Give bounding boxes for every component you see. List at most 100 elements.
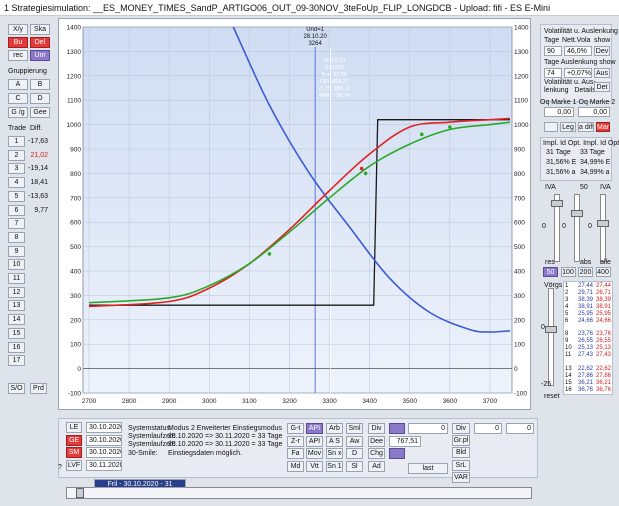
chart-area[interactable]: 1400 1400 1300 1300 1200 1200 1100 1100 1000 1000… xyxy=(58,18,531,410)
grid-button-mov[interactable]: Mov xyxy=(306,448,323,459)
trade-button-16[interactable]: 16 xyxy=(8,341,25,353)
xy-button[interactable]: X/y xyxy=(8,24,28,35)
grid-button-fa[interactable]: Fa xyxy=(287,448,304,459)
iva-slider-thumb[interactable] xyxy=(551,200,563,207)
trade-button-4[interactable]: 4 xyxy=(8,177,25,189)
grid-button-vtt[interactable]: Vtt xyxy=(306,460,323,472)
delete-button[interactable]: Del xyxy=(30,37,50,48)
date-field[interactable]: 30.10.2020 xyxy=(86,447,122,458)
group-d-button[interactable]: D xyxy=(30,93,50,104)
grid-button-sl[interactable]: Sl xyxy=(346,460,363,472)
grid-button-md[interactable]: Md xyxy=(287,460,304,472)
group-g-button[interactable]: G /g xyxy=(8,107,28,118)
a-diff-button[interactable]: a diff xyxy=(578,122,594,132)
date-field[interactable]: 30.10.2020 xyxy=(86,422,122,433)
grid-button-arb[interactable]: Arb xyxy=(326,423,343,434)
trade-button-8[interactable]: 8 xyxy=(8,231,25,243)
date-field[interactable]: 30.10.2020 xyxy=(86,434,122,446)
trade-button-2[interactable]: 2 xyxy=(8,149,25,161)
record-button[interactable]: rec xyxy=(8,50,28,61)
buy-button[interactable]: Bu xyxy=(8,37,28,48)
range-button-100[interactable]: 100 xyxy=(560,267,576,277)
range-button-50[interactable]: 50 xyxy=(543,267,558,277)
right-col-button-srl[interactable]: SrL xyxy=(452,459,470,471)
leg-button[interactable]: Leg xyxy=(560,122,576,132)
vol-tage-field[interactable]: 90 xyxy=(544,46,562,56)
date-button-sm[interactable]: SM xyxy=(66,447,82,458)
grid-button-api[interactable]: API xyxy=(306,423,323,434)
iva-slider-thumb[interactable] xyxy=(571,210,583,217)
date-field[interactable]: 30.11.2020 xyxy=(86,459,122,471)
iva-slider-track[interactable] xyxy=(574,194,580,262)
aus-pct-field[interactable]: +0,07% xyxy=(564,68,592,78)
bottom-purple-button-2[interactable] xyxy=(389,448,405,459)
vol-nettvola-field[interactable]: 46,0% xyxy=(564,46,592,56)
det-button[interactable]: Det xyxy=(594,82,610,92)
grid-button-aw[interactable]: Aw xyxy=(346,435,363,447)
date-button-ge[interactable]: GE xyxy=(66,434,82,446)
grid-button-api[interactable]: API xyxy=(306,435,323,447)
iva-slider-track[interactable] xyxy=(600,194,606,262)
so-button[interactable]: S/O xyxy=(8,383,25,394)
marke-2-field[interactable]: 0,00 xyxy=(578,107,610,117)
trade-button-10[interactable]: 10 xyxy=(8,259,25,271)
trade-button-6[interactable]: 6 xyxy=(8,204,25,216)
timeline-scrollbar[interactable] xyxy=(66,487,532,499)
grid-button-sml[interactable]: Sml xyxy=(346,423,363,434)
marke-blank-button[interactable] xyxy=(544,122,558,132)
group-a-button[interactable]: A xyxy=(8,79,28,90)
range-button-400[interactable]: 400 xyxy=(595,267,611,277)
vorgs-slider-thumb[interactable] xyxy=(545,326,557,333)
num-field-2[interactable]: 0 xyxy=(474,423,502,434)
num-field-3[interactable]: 0 xyxy=(506,423,534,434)
trade-button-13[interactable]: 13 xyxy=(8,300,25,312)
timeline-thumb[interactable] xyxy=(76,488,84,498)
trade-button-5[interactable]: 5 xyxy=(8,190,25,202)
gee-button[interactable]: Gee xyxy=(30,107,50,118)
num-field-1[interactable]: 0 xyxy=(408,423,448,434)
grid-button-g-t[interactable]: G-t xyxy=(287,423,304,434)
marke-button[interactable]: Marke xyxy=(596,122,610,132)
value-field-767[interactable]: 767,51 xyxy=(389,436,421,447)
trade-button-14[interactable]: 14 xyxy=(8,314,25,326)
trade-button-7[interactable]: 7 xyxy=(8,218,25,230)
grid-right-button-chg[interactable]: Chg xyxy=(368,448,385,459)
scale-button[interactable]: Ska xyxy=(30,24,50,35)
trade-button-11[interactable]: 11 xyxy=(8,273,25,284)
vorgs-slider-track[interactable] xyxy=(548,288,554,386)
grid-button-d[interactable]: D xyxy=(346,448,363,459)
last-button[interactable]: last xyxy=(408,463,448,474)
range-button-200[interactable]: 200 xyxy=(578,267,593,277)
trade-button-17[interactable]: 17 xyxy=(8,355,25,367)
trade-button-9[interactable]: 9 xyxy=(8,245,25,257)
bottom-purple-button[interactable] xyxy=(389,423,405,434)
grid-button-sn-1[interactable]: Sn 1 xyxy=(326,460,343,472)
right-col-button-var[interactable]: VAR xyxy=(452,471,470,483)
question-mark[interactable]: ? xyxy=(58,463,62,472)
group-c-button[interactable]: C xyxy=(8,93,28,104)
grid-button-sn-x[interactable]: Sn x xyxy=(326,448,343,459)
date-button-le[interactable]: LE xyxy=(66,422,82,433)
date-button-lvf[interactable]: LVF xyxy=(66,459,82,471)
grid-button-a-s[interactable]: A S xyxy=(326,435,343,447)
um-button[interactable]: Um xyxy=(30,50,50,61)
aus-button[interactable]: Aus xyxy=(594,68,610,78)
grid-right-button-div[interactable]: Div xyxy=(368,423,385,434)
aus-tage-field[interactable]: 74 xyxy=(544,68,562,78)
grid-right-button-ad[interactable]: Ad xyxy=(368,460,385,472)
grid-right-button-dee[interactable]: Dee xyxy=(368,435,385,447)
dev-button[interactable]: Dev xyxy=(594,46,610,56)
marke-1-field[interactable]: 0,00 xyxy=(544,107,574,117)
trade-button-15[interactable]: 15 xyxy=(8,327,25,339)
iva-slider-thumb[interactable] xyxy=(597,220,609,227)
right-col-button-grpl[interactable]: Gr.pl xyxy=(452,435,470,447)
trade-button-12[interactable]: 12 xyxy=(8,286,25,298)
reset-label[interactable]: reset xyxy=(544,392,560,401)
prd-button[interactable]: Prd xyxy=(30,383,47,394)
grid-button-z-r[interactable]: Z-r xyxy=(287,435,304,447)
right-col-button-div[interactable]: Div xyxy=(452,423,470,434)
trade-button-3[interactable]: 3 xyxy=(8,163,25,175)
trade-button-1[interactable]: 1 xyxy=(8,136,25,147)
right-col-button-bld[interactable]: Bld xyxy=(452,447,470,459)
group-b-button[interactable]: B xyxy=(30,79,50,90)
